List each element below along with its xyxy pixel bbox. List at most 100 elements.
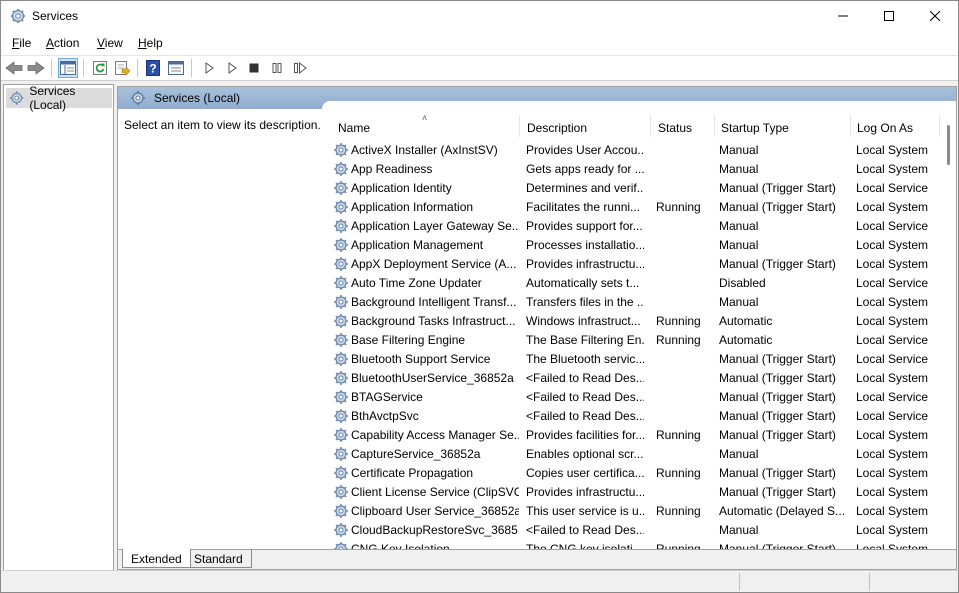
column-header-startup-type[interactable]: Startup Type (716, 115, 851, 137)
service-status: Running (656, 504, 701, 518)
service-description: The Bluetooth servic... (526, 352, 644, 366)
service-log-on-as: Local Service (856, 390, 929, 404)
properties-button[interactable] (166, 58, 186, 78)
help-button[interactable]: ? (143, 58, 163, 78)
service-row[interactable]: CaptureService_36852a Enables optional sc… (330, 445, 940, 464)
column-header-description[interactable]: Description (521, 115, 651, 137)
service-name: Certificate Propagation (351, 466, 474, 480)
menu-help[interactable]: Help (138, 36, 163, 50)
back-button[interactable] (4, 58, 24, 78)
service-row[interactable]: AppX Deployment Service (A... Provides in… (330, 255, 940, 274)
service-startup-type: Manual (Trigger Start) (719, 257, 836, 271)
service-row[interactable]: Background Tasks Infrastruct... Windows i… (330, 312, 940, 331)
close-button[interactable] (912, 1, 958, 31)
service-description: Provides infrastructu... (526, 485, 644, 499)
service-gear-icon (333, 313, 349, 329)
column-header-label: Name (338, 121, 371, 135)
service-row[interactable]: BTAGService <Failed to Read Des... Manual … (330, 388, 940, 407)
tree-item-services-local[interactable]: Services (Local) (6, 84, 112, 112)
service-row[interactable]: Background Intelligent Transf... Transfer… (330, 293, 940, 312)
start-service-alt-icon (228, 62, 237, 74)
service-row[interactable]: Auto Time Zone Updater Automatically sets… (330, 274, 940, 293)
service-row[interactable]: App Readiness Gets apps ready for ... Manu… (330, 160, 940, 179)
sort-ascending-icon: ˄ (422, 113, 428, 123)
service-description: Gets apps ready for ... (526, 162, 644, 176)
service-name: Clipboard User Service_36852a (351, 504, 519, 518)
vertical-scrollbar[interactable] (942, 109, 956, 549)
start-service-alt-button[interactable] (222, 58, 242, 78)
service-status: Running (656, 428, 701, 442)
restart-service-icon (294, 62, 307, 74)
show-hide-console-tree-button[interactable] (58, 58, 78, 78)
menu-action[interactable]: Action (46, 36, 79, 50)
service-startup-type: Manual (719, 143, 759, 157)
column-header-log-on-as[interactable]: Log On As (852, 115, 940, 137)
service-startup-type: Manual (Trigger Start) (719, 181, 836, 195)
services-list[interactable]: Name ˄ Description Status Startup Type L… (330, 109, 956, 549)
service-gear-icon (333, 503, 349, 519)
title-bar[interactable]: Services (1, 1, 958, 31)
tab-extended[interactable]: Extended (122, 549, 191, 568)
tab-standard[interactable]: Standard (186, 549, 252, 568)
pane-header: Services (Local) (118, 87, 956, 111)
service-name: BTAGService (351, 390, 423, 404)
service-log-on-as: Local Service (856, 333, 929, 347)
stop-service-button[interactable] (244, 58, 264, 78)
service-name: Application Identity (351, 181, 452, 195)
tree-item-label: Services (Local) (29, 84, 76, 112)
maximize-icon (884, 11, 894, 21)
service-log-on-as: Local System (856, 523, 929, 537)
toolbar: ? (1, 55, 958, 79)
service-row[interactable]: Bluetooth Support Service The Bluetooth s… (330, 350, 940, 369)
export-list-button[interactable] (112, 58, 132, 78)
service-log-on-as: Local System (856, 542, 929, 549)
status-divider (869, 573, 870, 591)
maximize-button[interactable] (866, 1, 912, 31)
status-divider (739, 573, 740, 591)
refresh-button[interactable] (90, 58, 110, 78)
service-gear-icon (333, 256, 349, 272)
service-row[interactable]: CNG Key Isolation The CNG key isolati... R… (330, 540, 940, 549)
service-row[interactable]: Application Layer Gateway Se... Provides … (330, 217, 940, 236)
service-row[interactable]: BthAvctpSvc <Failed to Read Des... Manual … (330, 407, 940, 426)
pause-service-button[interactable] (267, 58, 287, 78)
services-gear-icon (10, 8, 26, 24)
service-row[interactable]: Client License Service (ClipSVC) Provides… (330, 483, 940, 502)
start-service-button[interactable] (199, 58, 219, 78)
column-header-status[interactable]: Status (652, 115, 715, 137)
service-row[interactable]: Application Management Processes installa… (330, 236, 940, 255)
forward-button[interactable] (26, 58, 46, 78)
service-name: Auto Time Zone Updater (351, 276, 482, 290)
back-arrow-icon (5, 61, 23, 75)
service-description: Automatically sets t... (526, 276, 640, 290)
service-description: <Failed to Read Des... (526, 371, 644, 385)
service-row[interactable]: Application Information Facilitates the r… (330, 198, 940, 217)
services-rows: ActiveX Installer (AxInstSV) Provides Use… (330, 141, 940, 549)
service-startup-type: Manual (Trigger Start) (719, 352, 836, 366)
service-description: This user service is u... (526, 504, 644, 518)
service-name: ActiveX Installer (AxInstSV) (351, 143, 498, 157)
service-row[interactable]: BluetoothUserService_36852a <Failed to Re… (330, 369, 940, 388)
service-startup-type: Manual (719, 219, 759, 233)
service-row[interactable]: CloudBackupRestoreSvc_3685... <Failed to … (330, 521, 940, 540)
service-description: <Failed to Read Des... (526, 390, 644, 404)
service-row[interactable]: Application Identity Determines and verif… (330, 179, 940, 198)
restart-service-button[interactable] (290, 58, 310, 78)
service-description: Enables optional scr... (526, 447, 644, 461)
svg-text:?: ? (149, 62, 156, 76)
service-name: Application Information (351, 200, 474, 214)
scrollbar-thumb[interactable] (947, 125, 950, 165)
service-row[interactable]: Clipboard User Service_36852a This user s… (330, 502, 940, 521)
service-name: BthAvctpSvc (351, 409, 419, 423)
service-row[interactable]: Certificate Propagation Copies user certi… (330, 464, 940, 483)
column-header-name[interactable]: Name ˄ (330, 113, 520, 137)
column-header-label: Startup Type (721, 121, 789, 135)
minimize-button[interactable] (820, 1, 866, 31)
menu-view[interactable]: View (97, 36, 123, 50)
service-log-on-as: Local System (856, 485, 929, 499)
service-row[interactable]: Base Filtering Engine The Base Filtering … (330, 331, 940, 350)
service-gear-icon (333, 446, 349, 462)
menu-file[interactable]: File (12, 36, 31, 50)
service-row[interactable]: Capability Access Manager Se... Provides … (330, 426, 940, 445)
service-row[interactable]: ActiveX Installer (AxInstSV) Provides Use… (330, 141, 940, 160)
